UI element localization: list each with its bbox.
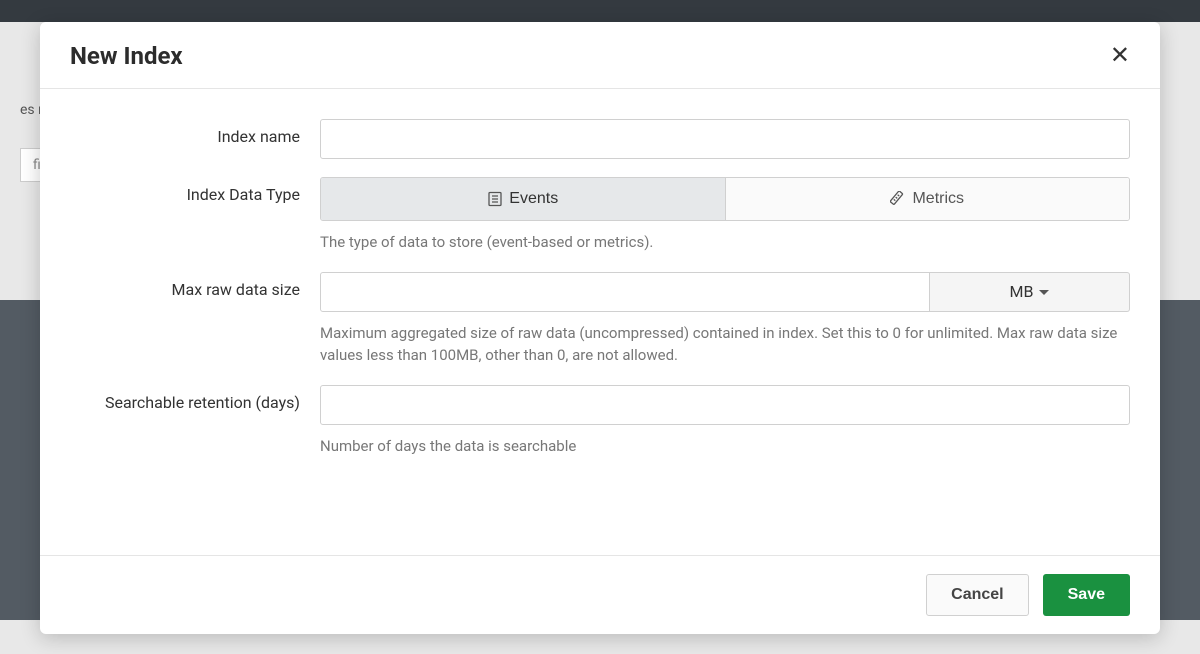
modal-body: Index name Index Data Type Events [40, 89, 1160, 555]
close-button[interactable]: ✕ [1110, 44, 1130, 68]
retention-help: Number of days the data is searchable [320, 435, 1130, 458]
retention-input[interactable] [320, 385, 1130, 425]
caret-down-icon [1039, 290, 1049, 295]
retention-row: Searchable retention (days) Number of da… [70, 385, 1130, 458]
save-button[interactable]: Save [1043, 574, 1130, 616]
metrics-toggle-label: Metrics [912, 190, 964, 208]
app-topbar [0, 0, 1200, 22]
metrics-icon [890, 191, 906, 207]
close-icon: ✕ [1110, 42, 1130, 69]
index-name-label: Index name [70, 119, 320, 159]
new-index-modal: New Index ✕ Index name Index Data Type [40, 22, 1160, 634]
events-toggle-label: Events [509, 190, 558, 208]
cancel-button[interactable]: Cancel [926, 574, 1028, 616]
modal-header: New Index ✕ [40, 22, 1160, 89]
metrics-toggle[interactable]: Metrics [725, 178, 1130, 220]
data-type-label: Index Data Type [70, 177, 320, 254]
modal-footer: Cancel Save [40, 555, 1160, 634]
size-unit-dropdown[interactable]: MB [930, 272, 1130, 312]
events-toggle[interactable]: Events [321, 178, 725, 220]
index-name-row: Index name [70, 119, 1130, 159]
data-type-help: The type of data to store (event-based o… [320, 231, 1130, 254]
max-size-label: Max raw data size [70, 272, 320, 367]
max-size-row: Max raw data size MB Maximum aggregated … [70, 272, 1130, 367]
events-icon [487, 191, 503, 207]
data-type-row: Index Data Type Events [70, 177, 1130, 254]
background-bottom-area [0, 634, 1200, 654]
modal-title: New Index [70, 42, 183, 70]
data-type-toggle: Events Metrics [320, 177, 1130, 221]
index-name-input[interactable] [320, 119, 1130, 159]
max-size-help: Maximum aggregated size of raw data (unc… [320, 322, 1130, 367]
retention-label: Searchable retention (days) [70, 385, 320, 458]
size-unit-label: MB [1010, 282, 1034, 301]
max-size-input[interactable] [320, 272, 930, 312]
